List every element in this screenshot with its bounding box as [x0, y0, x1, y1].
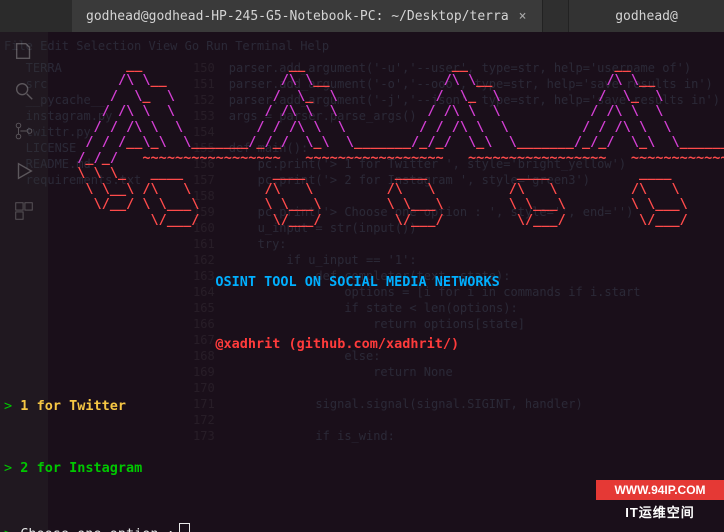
gt3: > [4, 526, 12, 532]
opt1-num: 1 [20, 398, 28, 414]
terminal-tab-2[interactable]: godhead@ [568, 0, 724, 32]
workspace: File Edit Selection View Go Run Terminal… [0, 32, 724, 532]
opt1-text: for Twitter [37, 398, 126, 414]
blank3 [4, 368, 720, 384]
gt1: > [4, 398, 12, 414]
close-icon[interactable]: × [517, 9, 529, 24]
tabbar-rest [543, 0, 568, 32]
terminal-tab-active[interactable]: godhead@godhead-HP-245-G5-Notebook-PC: ~… [72, 0, 543, 32]
ascii-banner: __ __ __ __ __ /\ \__ /\ \__ /\ \__ /\ \… [4, 58, 720, 229]
prompt-line[interactable]: > Choose one option : [4, 523, 720, 532]
opt2-text: for Instagram [37, 460, 143, 476]
handle-row: @xadhrit (github.com/xadhrit/) [4, 337, 720, 353]
tabbar-spacer [0, 0, 72, 32]
tagline-row: OSINT TOOL ON SOCIAL MEDIA NETWORKS [4, 275, 720, 291]
tab-bar: godhead@godhead-HP-245-G5-Notebook-PC: ~… [0, 0, 724, 33]
watermark-sub: IT运维空间 [596, 502, 724, 520]
gt2: > [4, 460, 12, 476]
watermark-bar: WWW.94IP.COM [596, 480, 724, 500]
blank2 [4, 306, 720, 322]
tab-title: godhead@godhead-HP-245-G5-Notebook-PC: ~… [86, 9, 509, 24]
watermark-text: IT运维空间 [625, 502, 695, 521]
tab2-title: godhead@ [615, 9, 678, 24]
cursor [179, 523, 190, 532]
blank1 [4, 244, 720, 260]
menu-line-2: > 2 for Instagram [4, 461, 720, 477]
menu-line-1: > 1 for Twitter [4, 399, 720, 415]
blank4 [4, 430, 720, 446]
prompt-text: Choose one option : [20, 526, 174, 532]
opt2-num: 2 [20, 460, 28, 476]
author-handle: @xadhrit (github.com/xadhrit/) [215, 336, 459, 352]
tagline: OSINT TOOL ON SOCIAL MEDIA NETWORKS [215, 274, 499, 290]
terminal-output[interactable]: __ __ __ __ __ /\ \__ /\ \__ /\ \__ /\ \… [0, 32, 724, 532]
watermark-url: WWW.94IP.COM [614, 483, 705, 497]
